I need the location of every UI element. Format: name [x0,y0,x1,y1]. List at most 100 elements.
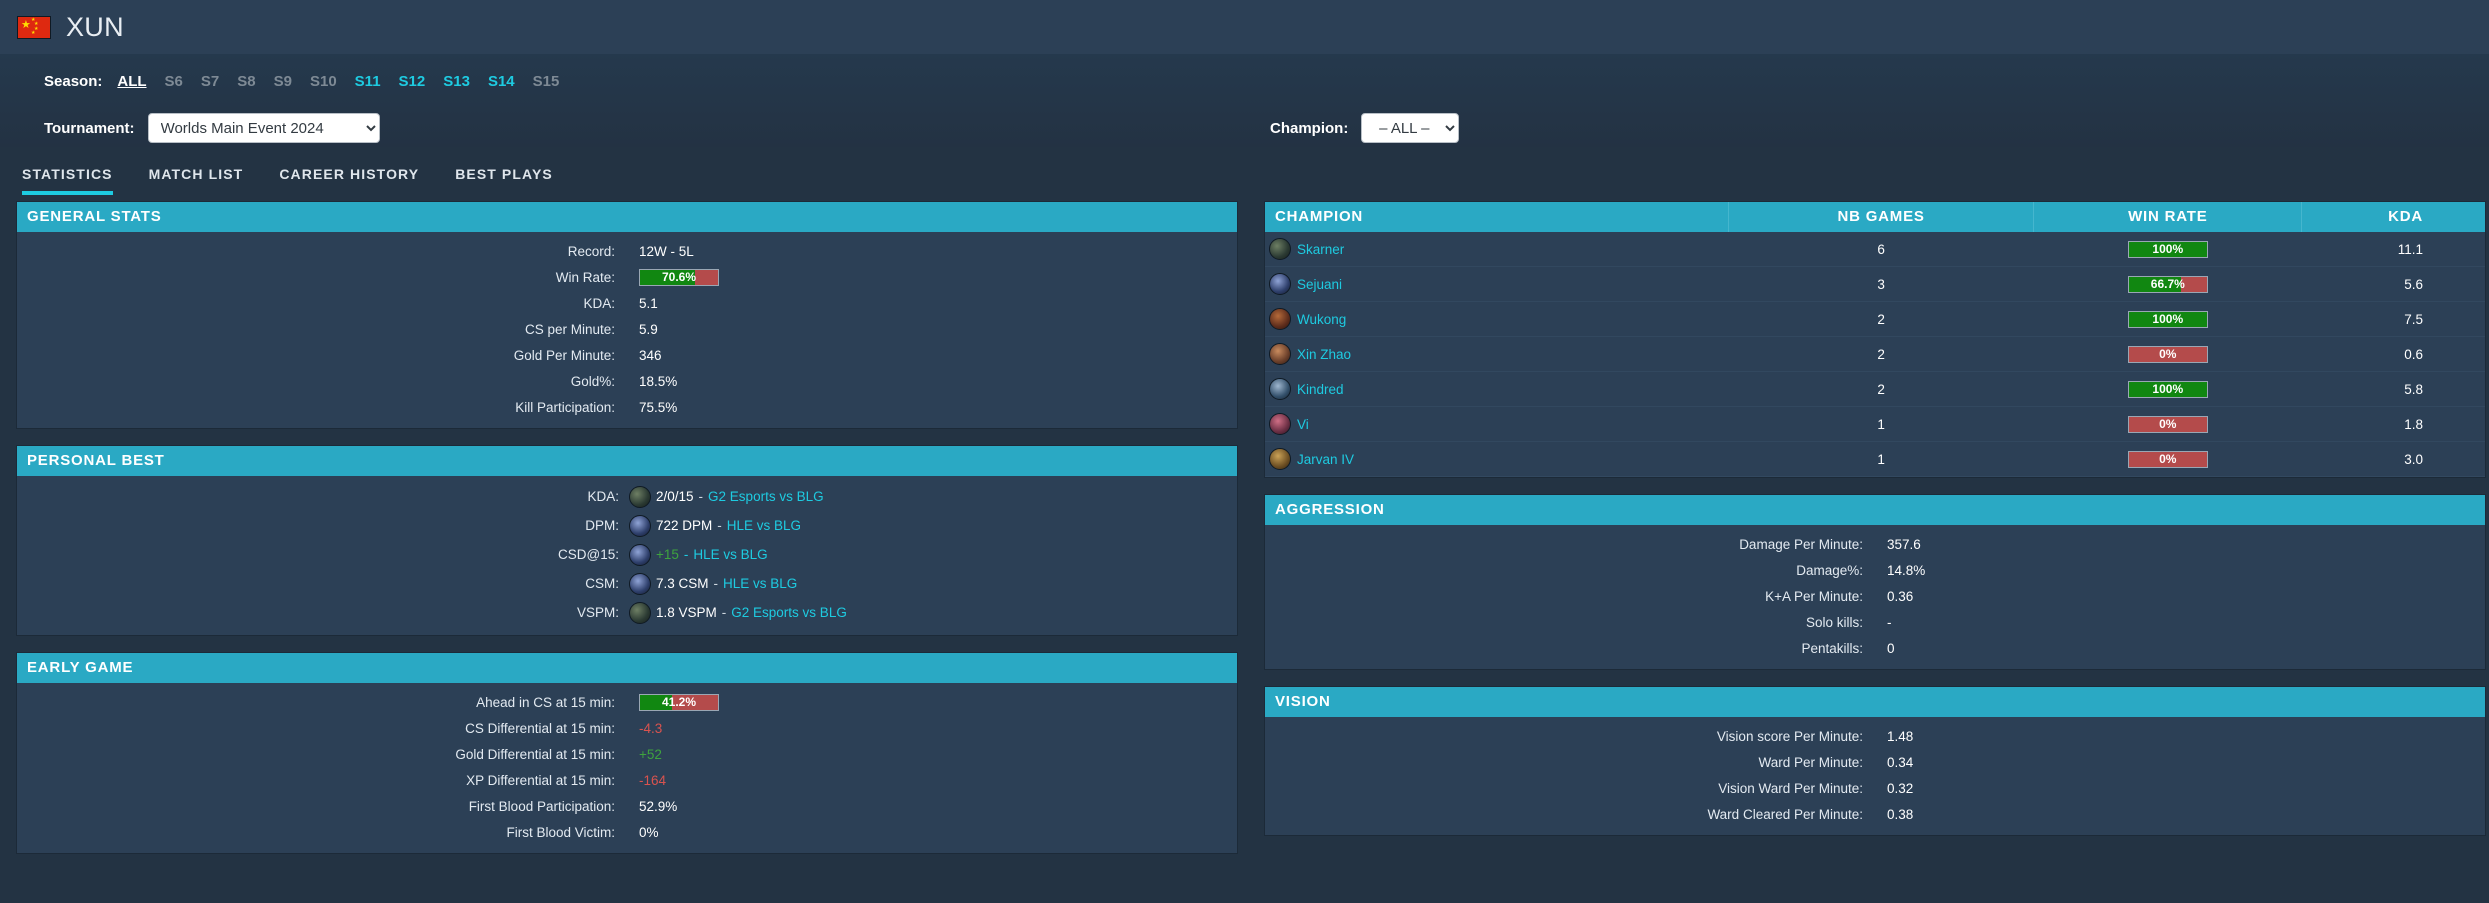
table-row[interactable]: Jarvan IV 1 0% 3.0 [1265,441,2485,477]
champion-portrait-wukong-icon [1269,308,1291,330]
stat-label: First Blood Participation: [468,798,615,814]
season-option-s8[interactable]: S8 [237,73,255,90]
stat-row: Gold%: 18.5% [17,368,1237,394]
win-rate-cell: 0% [2033,406,2302,442]
table-row[interactable]: Kindred 2 100% 5.8 [1265,371,2485,407]
champion-portrait-skarner-icon [629,601,651,624]
ahead-cs-bar-text: 41.2% [661,695,697,709]
win-rate-cell: 100% [2033,371,2302,407]
win-rate-cell-holder: 0% [2034,415,2302,433]
champion-portrait-vi-icon [1269,413,1291,435]
stat-label: First Blood Victim: [506,824,615,840]
stat-value: 75.5% [639,399,678,415]
champion-name-link[interactable]: Sejuani [1297,277,1342,292]
match-link[interactable]: HLE vs BLG [723,576,797,591]
season-option-s9[interactable]: S9 [274,73,292,90]
tab-statistics[interactable]: STATISTICS [22,166,113,195]
personal-best-value: 722 DPM - HLE vs BLG [627,514,1237,537]
season-option-s10[interactable]: S10 [310,73,337,90]
tab-career-history[interactable]: CAREER HISTORY [279,166,419,195]
stat-row: KDA: 5.1 [17,290,1237,316]
champion-name-link[interactable]: Wukong [1297,312,1346,327]
season-option-s12[interactable]: S12 [399,73,426,90]
win-rate-bar: 100% [2127,310,2208,328]
win-rate-bar: 0% [2127,345,2208,363]
season-option-s13[interactable]: S13 [443,73,470,90]
table-row[interactable]: Wukong 2 100% 7.5 [1265,301,2485,337]
stat-label: Solo kills: [1805,614,1863,630]
win-rate-bar: 100% [2127,380,2208,398]
general-stats-body: Record: 12W - 5L Win Rate: 70.6% KDA: 5.… [17,232,1237,428]
champion-name-link[interactable]: Kindred [1297,382,1344,397]
player-name: XUN [66,11,124,42]
tournament-select[interactable]: Worlds Main Event 2024 [147,113,380,143]
match-link[interactable]: G2 Esports vs BLG [731,605,847,620]
champion-portrait-jarvan-icon [1269,448,1291,470]
nb-games-cell: 2 [1728,301,2034,337]
season-option-s14[interactable]: S14 [488,73,515,90]
win-rate-cell: 100% [2033,232,2302,267]
season-option-s15[interactable]: S15 [533,73,560,90]
champion-filter-group: Champion: – ALL – [1270,113,1460,143]
win-rate-bar-text: 0% [2159,417,2177,431]
match-link[interactable]: HLE vs BLG [727,518,801,533]
main-content: GENERAL STATS Record: 12W - 5L Win Rate:… [0,195,2489,870]
separator: - [713,576,719,591]
col-header-nb-games[interactable]: NB GAMES [1728,202,2035,232]
stat-label: Vision score Per Minute: [1716,728,1863,744]
stat-row: Solo kills: - [1265,609,2485,635]
champion-table: CHAMPION NB GAMES WIN RATE KDA Skarner 6 1… [1265,202,2485,477]
personal-best-value: +15 - HLE vs BLG [627,543,1237,566]
champion-cell-inner: Jarvan IV [1269,448,1729,470]
early-game-body: Ahead in CS at 15 min: 41.2% CS Differen… [17,683,1237,853]
personal-best-row: VSPM: 1.8 VSPM - G2 Esports vs BLG [17,598,1237,627]
champion-cell: Skarner [1265,232,1729,267]
season-option-s7[interactable]: S7 [201,73,219,90]
table-row[interactable]: Skarner 6 100% 11.1 [1265,232,2485,267]
champion-name-link[interactable]: Xin Zhao [1297,347,1351,362]
personal-best-panel: PERSONAL BEST KDA: 2/0/15 - G2 Esports v… [16,445,1238,636]
match-link[interactable]: HLE vs BLG [693,547,767,562]
kda-cell: 5.6 [2301,266,2485,302]
kda-cell: 7.5 [2301,301,2485,337]
match-link[interactable]: G2 Esports vs BLG [708,489,824,504]
win-rate-cell-holder: 66.7% [2034,275,2302,293]
personal-best-row: CSM: 7.3 CSM - HLE vs BLG [17,569,1237,598]
player-header-bar: ★ ★ ★ ★ ★ XUN [0,0,2489,54]
stat-label: Ahead in CS at 15 min: [476,694,615,710]
tournament-filter-row: Tournament: Worlds Main Event 2024 Champ… [0,90,2489,143]
separator: - [698,489,704,504]
aggression-body: Damage Per Minute: 357.6 Damage%: 14.8% … [1265,525,2485,669]
champion-name-link[interactable]: Jarvan IV [1297,452,1354,467]
tab-match-list[interactable]: MATCH LIST [149,166,244,195]
separator: - [683,547,689,562]
col-header-champion[interactable]: CHAMPION [1265,202,1730,232]
col-header-win-rate[interactable]: WIN RATE [2033,202,2303,232]
left-column: GENERAL STATS Record: 12W - 5L Win Rate:… [16,201,1238,870]
stat-value: 41.2% [627,693,1237,711]
personal-best-stat: 2/0/15 [656,489,694,504]
stat-row: Ahead in CS at 15 min: 41.2% [17,689,1237,715]
stat-row: Gold Per Minute: 346 [17,342,1237,368]
aggression-title: AGGRESSION [1265,495,2485,525]
kda-cell: 0.6 [2301,336,2485,372]
champion-select[interactable]: – ALL – [1361,113,1460,143]
stat-label: XP Differential at 15 min: [466,772,615,788]
champion-name-link[interactable]: Skarner [1297,242,1344,257]
season-option-s6[interactable]: S6 [165,73,183,90]
champion-name-link[interactable]: Vi [1297,417,1309,432]
kda-cell: 5.8 [2301,371,2485,407]
table-row[interactable]: Vi 1 0% 1.8 [1265,406,2485,442]
table-row[interactable]: Xin Zhao 2 0% 0.6 [1265,336,2485,372]
table-row[interactable]: Sejuani 3 66.7% 5.6 [1265,266,2485,302]
tab-best-plays[interactable]: BEST PLAYS [455,166,553,195]
stat-value: 70.6% [627,268,1237,286]
season-option-s11[interactable]: S11 [355,73,381,90]
stat-label: Ward Cleared Per Minute: [1707,806,1863,822]
col-header-kda[interactable]: KDA [2301,202,2485,232]
stat-value: 5.9 [639,321,658,337]
stat-value: 52.9% [639,798,678,814]
stat-row: Kill Participation: 75.5% [17,394,1237,420]
season-option-all[interactable]: ALL [117,73,146,90]
win-rate-bar: 100% [2127,240,2208,258]
